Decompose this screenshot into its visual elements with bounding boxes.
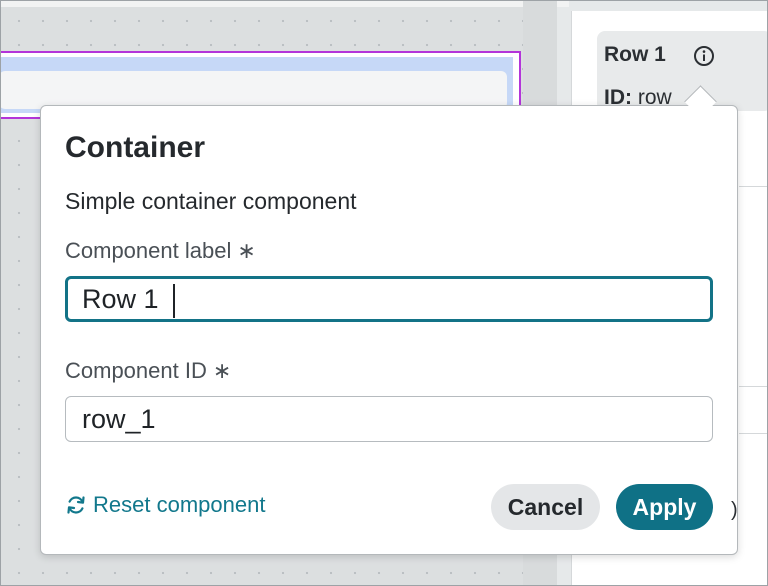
popover-title: Container (65, 131, 206, 164)
panel-divider (739, 186, 767, 187)
cancel-button[interactable]: Cancel (491, 484, 600, 530)
row-component-content (1, 71, 507, 109)
component-label-text: Component label (65, 238, 232, 263)
popover-description: Simple container component (65, 188, 357, 214)
apply-button[interactable]: Apply (616, 484, 713, 530)
panel-divider (739, 386, 767, 387)
component-id-input[interactable] (65, 396, 713, 442)
panel-divider (739, 433, 767, 434)
component-name: Row 1 (604, 43, 666, 66)
text-caret (173, 284, 175, 318)
component-label-input[interactable] (65, 276, 713, 322)
component-id-field-label: Component ID ∗ (65, 358, 231, 384)
required-asterisk: ∗ (212, 358, 232, 383)
info-icon[interactable] (693, 45, 715, 67)
app-frame: Row 1 ID: row ) Container Simple contain… (0, 0, 768, 586)
component-label-field-label: Component label ∗ (65, 238, 256, 264)
panel-partial-glyph: ) (731, 499, 738, 521)
refresh-icon (67, 496, 85, 514)
component-id-text: Component ID (65, 358, 207, 383)
reset-component-label: Reset component (93, 492, 266, 517)
reset-component-link[interactable]: Reset component (65, 492, 265, 518)
canvas-top-edge (1, 1, 569, 7)
required-asterisk: ∗ (237, 238, 256, 263)
